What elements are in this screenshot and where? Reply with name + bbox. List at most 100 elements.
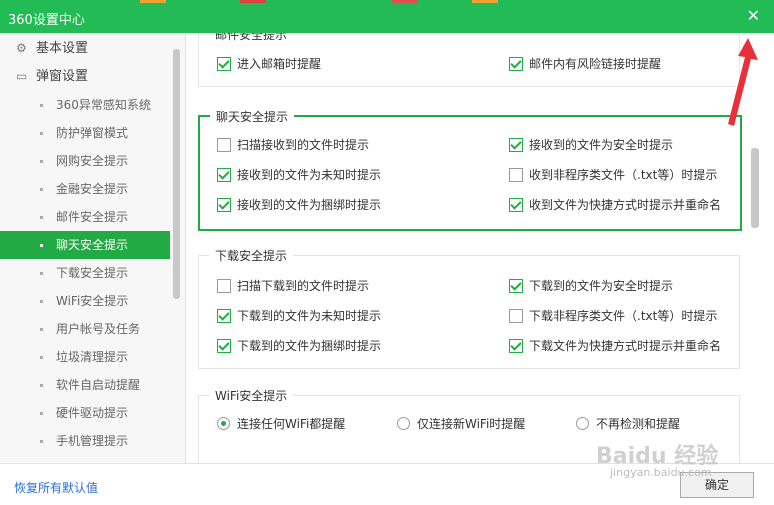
sidebar-item-label: 垃圾清理提示	[56, 350, 129, 364]
sidebar-item-label: 用户帐号及任务	[56, 322, 141, 336]
bullet-icon	[40, 356, 43, 359]
sidebar-item-label: 360异常感知系统	[56, 98, 151, 112]
checkbox-label: 扫描下载到的文件时提示	[237, 279, 370, 293]
sidebar-item[interactable]: 软件自启动提醒	[0, 371, 170, 399]
checkbox-unchecked-icon	[217, 279, 231, 293]
sidebar-item-label: WiFi安全提示	[56, 294, 129, 308]
bullet-icon	[40, 216, 43, 219]
bullet-icon	[40, 328, 43, 331]
sidebar-item[interactable]: 用户帐号及任务	[0, 315, 170, 343]
checkbox-checked-icon	[509, 138, 523, 152]
group-title: WiFi安全提示	[209, 387, 294, 404]
checkbox-checked-icon	[217, 168, 231, 182]
checkbox-checked-icon	[217, 198, 231, 212]
sidebar-item-label: 邮件安全提示	[56, 210, 129, 224]
checkbox-checked-icon	[217, 309, 231, 323]
sidebar-item-label: 防护弹窗模式	[56, 126, 129, 140]
checkbox-label: 扫描接收到的文件时提示	[237, 138, 370, 152]
bullet-icon	[40, 272, 43, 275]
sidebar-item[interactable]: 垃圾清理提示	[0, 343, 170, 371]
sidebar-item[interactable]: WiFi安全提示	[0, 287, 170, 315]
checkbox-checked-icon	[509, 279, 523, 293]
checkbox-label: 下载文件为快捷方式时提示并重命名	[529, 339, 722, 353]
title-decoration	[140, 0, 166, 3]
radio-selected-icon	[217, 417, 230, 430]
checkbox-label: 收到文件为快捷方式时提示并重命名	[529, 198, 722, 212]
window-icon: ▭	[16, 69, 28, 83]
watermark-url: jingyan.baidu.com	[610, 466, 712, 479]
close-icon[interactable]: ✕	[747, 6, 760, 25]
title-decoration	[392, 0, 418, 3]
checkbox-label: 接收到的文件为未知时提示	[237, 168, 382, 182]
bullet-icon	[40, 188, 43, 191]
checkbox-unchecked-icon	[509, 168, 523, 182]
sidebar-item[interactable]: 邮件安全提示	[0, 203, 170, 231]
sidebar-item-basic-settings[interactable]: ⚙ 基本设置	[0, 35, 170, 63]
checkbox-checked-icon	[217, 339, 231, 353]
radio-label: 不再检测和提醒	[596, 417, 681, 431]
checkbox-label: 邮件内有风险链接时提醒	[529, 57, 662, 71]
bullet-icon	[40, 300, 43, 303]
checkbox-label: 收到非程序类文件（.txt等）时提示	[529, 168, 718, 182]
sidebar: ⚙ 基本设置 ▭ 弹窗设置 360异常感知系统 防护弹窗模式 网购安全提示 金融…	[0, 33, 186, 463]
sidebar-item[interactable]: 360异常感知系统	[0, 91, 170, 119]
bullet-icon	[40, 244, 43, 247]
checkbox-unchecked-icon	[217, 138, 231, 152]
sidebar-item-chat-security[interactable]: 聊天安全提示	[0, 231, 170, 259]
sidebar-item-popup-settings[interactable]: ▭ 弹窗设置	[0, 63, 170, 91]
bullet-icon	[40, 132, 43, 135]
bullet-icon	[40, 440, 43, 443]
sidebar-item[interactable]: 硬件驱动提示	[0, 399, 170, 427]
sidebar-item-label: 弹窗设置	[36, 69, 89, 84]
checkbox-checked-icon	[509, 198, 523, 212]
sidebar-item-label: 聊天安全提示	[56, 238, 129, 252]
sidebar-item-label: 金融安全提示	[56, 182, 129, 196]
restore-defaults-link[interactable]: 恢复所有默认值	[14, 479, 98, 496]
checkbox-label: 下载到的文件为捆绑时提示	[237, 339, 382, 353]
bullet-icon	[40, 412, 43, 415]
sidebar-item[interactable]: 手机管理提示	[0, 427, 170, 455]
checkbox-checked-icon	[509, 339, 523, 353]
title-decoration	[240, 0, 266, 3]
bullet-icon	[40, 384, 43, 387]
download-security-group: 下载安全提示 扫描下载到的文件时提示 下载到的文件为安全时提示 下载到的文件为未…	[198, 247, 740, 369]
title-decoration	[472, 0, 498, 3]
sidebar-item-label: 网购安全提示	[56, 154, 129, 168]
group-title: 邮件安全提示	[209, 33, 294, 43]
checkbox-label: 接收到的文件为捆绑时提示	[237, 198, 382, 212]
sidebar-item-label: 软件自启动提醒	[56, 378, 141, 392]
mail-security-group: 邮件安全提示 进入邮箱时提醒 邮件内有风险链接时提醒	[198, 33, 740, 87]
group-title: 聊天安全提示	[210, 108, 295, 125]
sidebar-item[interactable]: 防护弹窗模式	[0, 119, 170, 147]
sidebar-item[interactable]: 下载安全提示	[0, 259, 170, 287]
radio-label: 连接任何WiFi都提醒	[237, 417, 346, 431]
radio-label: 仅连接新WiFi时提醒	[417, 417, 526, 431]
gear-icon: ⚙	[16, 41, 27, 55]
bullet-icon	[40, 104, 43, 107]
settings-panel: 邮件安全提示 进入邮箱时提醒 邮件内有风险链接时提醒 聊天安全提示 扫描接收到的…	[186, 33, 774, 463]
sidebar-item[interactable]: 金融安全提示	[0, 175, 170, 203]
radio-unselected-icon	[576, 417, 589, 430]
checkbox-label: 接收到的文件为安全时提示	[529, 138, 674, 152]
bullet-icon	[40, 160, 43, 163]
annotation-arrow-icon	[728, 38, 758, 126]
sidebar-item[interactable]: 网购安全提示	[0, 147, 170, 175]
window-title: 360设置中心	[8, 13, 85, 28]
checkbox-label: 下载到的文件为未知时提示	[237, 309, 382, 323]
checkbox-label: 下载到的文件为安全时提示	[529, 279, 674, 293]
group-title: 下载安全提示	[209, 247, 294, 264]
sidebar-scrollbar[interactable]	[173, 49, 180, 299]
radio-unselected-icon	[397, 417, 410, 430]
title-bar: 360设置中心 ✕	[0, 0, 774, 33]
checkbox-unchecked-icon	[509, 309, 523, 323]
sidebar-item-label: 基本设置	[36, 41, 89, 56]
checkbox-checked-icon	[509, 57, 523, 71]
main-scrollbar[interactable]	[751, 148, 759, 228]
chat-security-group: 聊天安全提示 扫描接收到的文件时提示 接收到的文件为安全时提示 接收到的文件为未…	[198, 108, 742, 231]
sidebar-item-label: 手机管理提示	[56, 434, 129, 448]
sidebar-item-label: 硬件驱动提示	[56, 406, 129, 420]
checkbox-label: 下载非程序类文件（.txt等）时提示	[529, 309, 718, 323]
sidebar-item-label: 下载安全提示	[56, 266, 129, 280]
checkbox-checked-icon	[217, 57, 231, 71]
checkbox-label: 进入邮箱时提醒	[237, 57, 322, 71]
